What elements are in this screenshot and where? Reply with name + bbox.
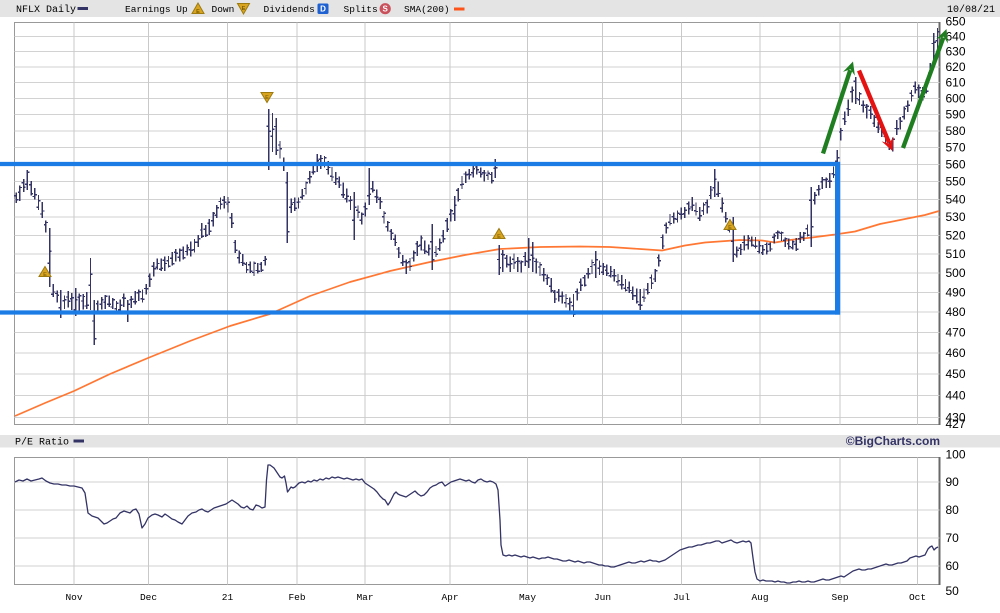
svg-text:E: E — [728, 225, 732, 231]
svg-text:490: 490 — [946, 285, 966, 299]
svg-text:90: 90 — [946, 475, 960, 489]
svg-text:460: 460 — [946, 346, 966, 360]
svg-text:70: 70 — [946, 531, 960, 545]
svg-text:©BigCharts.com: ©BigCharts.com — [846, 434, 940, 448]
svg-text:NFLX Daily: NFLX Daily — [16, 4, 76, 16]
svg-text:SMA(200): SMA(200) — [404, 4, 450, 15]
svg-text:510: 510 — [946, 247, 966, 261]
svg-text:480: 480 — [946, 305, 966, 319]
svg-text:E: E — [196, 9, 200, 15]
svg-text:470: 470 — [946, 325, 966, 339]
svg-text:Nov: Nov — [65, 592, 82, 603]
svg-text:60: 60 — [946, 559, 960, 573]
svg-text:560: 560 — [946, 157, 966, 171]
svg-text:Apr: Apr — [441, 592, 458, 603]
svg-text:Jun: Jun — [594, 592, 611, 603]
svg-text:May: May — [519, 592, 536, 603]
svg-text:570: 570 — [946, 140, 966, 154]
svg-text:Earnings Up: Earnings Up — [125, 4, 188, 15]
svg-text:427: 427 — [946, 417, 966, 431]
svg-text:E: E — [242, 6, 246, 12]
svg-text:610: 610 — [946, 75, 966, 89]
svg-text:E: E — [497, 234, 501, 240]
svg-text:580: 580 — [946, 124, 966, 138]
svg-text:630: 630 — [946, 45, 966, 59]
svg-text:Feb: Feb — [288, 592, 305, 603]
svg-text:S: S — [383, 5, 389, 14]
svg-text:650: 650 — [946, 15, 966, 29]
svg-text:520: 520 — [946, 229, 966, 243]
svg-text:450: 450 — [946, 367, 966, 381]
svg-text:590: 590 — [946, 107, 966, 121]
svg-text:D: D — [320, 5, 326, 14]
svg-text:640: 640 — [946, 29, 966, 43]
svg-text:Dividends: Dividends — [264, 4, 315, 15]
svg-text:Jul: Jul — [673, 592, 690, 603]
svg-text:Aug: Aug — [751, 592, 768, 603]
svg-text:530: 530 — [946, 210, 966, 224]
svg-text:540: 540 — [946, 192, 966, 206]
svg-text:600: 600 — [946, 91, 966, 105]
svg-text:Oct: Oct — [909, 592, 926, 603]
svg-text:Dec: Dec — [140, 592, 157, 603]
svg-text:21: 21 — [222, 592, 234, 603]
svg-text:E: E — [43, 272, 47, 278]
svg-text:100: 100 — [946, 447, 966, 461]
svg-text:Splits: Splits — [344, 4, 378, 15]
svg-text:620: 620 — [946, 60, 966, 74]
svg-text:550: 550 — [946, 175, 966, 189]
svg-text:P/E Ratio: P/E Ratio — [15, 437, 69, 449]
svg-text:Down: Down — [212, 4, 235, 15]
svg-text:50: 50 — [946, 584, 960, 598]
svg-text:Sep: Sep — [831, 592, 848, 603]
svg-text:440: 440 — [946, 389, 966, 403]
svg-text:500: 500 — [946, 266, 966, 280]
svg-text:Mar: Mar — [356, 592, 373, 603]
svg-text:E: E — [265, 95, 269, 101]
svg-text:80: 80 — [946, 503, 960, 517]
